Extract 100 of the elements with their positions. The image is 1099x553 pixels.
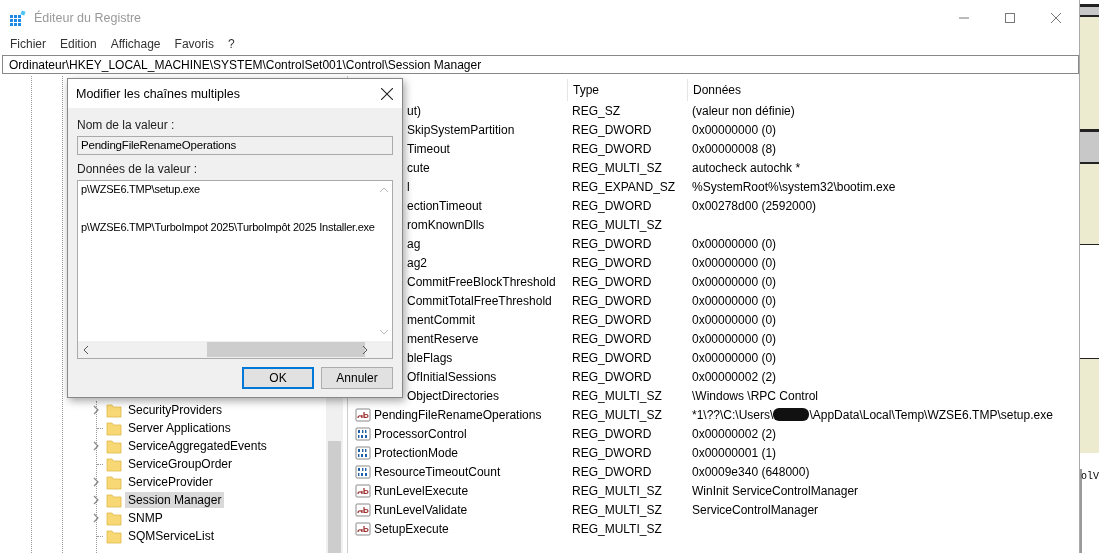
tree-item[interactable]: SQMServiceList (125, 528, 218, 544)
value-type: REG_MULTI_SZ (571, 483, 663, 498)
value-name: Timeout (407, 141, 450, 156)
value-data: 0x00000000 (0) (692, 350, 777, 365)
tree-item[interactable]: ServiceProvider (125, 474, 216, 490)
folder-icon (106, 438, 122, 454)
value-data: 0x00000000 (0) (692, 331, 777, 346)
value-name: bleFlags (407, 350, 453, 365)
address-bar[interactable]: Ordinateur\HKEY_LOCAL_MACHINE\SYSTEM\ControlSet001\Control\Session Manager (2, 55, 1079, 74)
dialog-title: Modifier les chaînes multiples (76, 86, 240, 101)
string-value-icon (355, 482, 371, 499)
scroll-up-icon[interactable] (378, 187, 389, 193)
value-name: ectionTimeout (407, 198, 482, 213)
value-name: ProtectionMode (374, 445, 459, 460)
scrollbar[interactable] (326, 398, 343, 553)
value-data: \Windows \RPC Control (692, 388, 819, 403)
scroll-left-icon[interactable] (83, 344, 89, 355)
tree-item[interactable]: Server Applications (125, 420, 234, 436)
value-name: l (407, 179, 410, 194)
scroll-right-icon[interactable] (362, 344, 368, 355)
value-data: 0x00000000 (0) (692, 312, 777, 327)
value-type: REG_DWORD (571, 369, 653, 384)
scrollbar-thumb[interactable] (328, 441, 341, 553)
menu-item[interactable]: Favoris (167, 37, 221, 51)
value-data: 0x00278d00 (2592000) (692, 198, 817, 213)
value-name: RunLevelValidate (374, 502, 468, 517)
folder-icon (106, 528, 122, 544)
tree-item[interactable]: SNMP (125, 510, 166, 526)
folder-icon (106, 510, 122, 526)
column-header[interactable]: Type (567, 79, 687, 101)
value-name: CommitFreeBlockThreshold (407, 274, 556, 289)
value-type: REG_DWORD (571, 426, 653, 441)
value-type: REG_DWORD (571, 464, 653, 479)
value-data: 0x00000001 (1) (692, 445, 777, 460)
value-name: PendingFileRenameOperations (374, 407, 542, 422)
tree-item[interactable]: Session Manager (125, 492, 225, 508)
value-name-field[interactable]: PendingFileRenameOperations (77, 136, 393, 155)
folder-icon (106, 474, 122, 490)
value-type: REG_DWORD (571, 350, 653, 365)
value-type: REG_DWORD (571, 274, 653, 289)
value-type: REG_DWORD (571, 331, 653, 346)
tree-item[interactable]: SecurityProviders (125, 402, 226, 418)
value-name: RunLevelExecute (374, 483, 469, 498)
scrollbar-thumb[interactable] (207, 342, 365, 357)
value-type: REG_DWORD (571, 293, 653, 308)
close-icon[interactable] (381, 87, 393, 100)
value-data: \AppData\Local\Temp\WZSE6.TMP\setup.exe (809, 407, 1053, 422)
maximize-icon[interactable] (1005, 13, 1015, 23)
value-type: REG_DWORD (571, 312, 653, 327)
value-type: REG_MULTI_SZ (571, 388, 663, 403)
registry-icon (9, 9, 26, 27)
folder-icon (106, 420, 122, 436)
value-data: 0x00000000 (0) (692, 274, 777, 289)
value-name: mentCommit (407, 312, 475, 327)
column-header[interactable]: Données (687, 79, 1079, 101)
tree-item[interactable]: ServiceAggregatedEvents (125, 438, 270, 454)
window-title: Éditeur du Registre (34, 11, 141, 25)
background-text: olV (1080, 470, 1099, 484)
value-name: cute (407, 160, 430, 175)
menu-item[interactable]: Fichier (3, 37, 53, 51)
value-type: REG_EXPAND_SZ (571, 179, 677, 194)
value-type: REG_DWORD (571, 236, 653, 251)
value-type: REG_MULTI_SZ (571, 407, 663, 422)
horizontal-scrollbar[interactable] (78, 341, 392, 358)
value-data: WinInit ServiceControlManager (692, 483, 859, 498)
string-value-icon (355, 501, 371, 518)
folder-icon (106, 492, 122, 508)
value-name: OfInitialSessions (407, 369, 497, 384)
menu-item[interactable]: Affichage (103, 37, 168, 51)
menu-item[interactable]: Edition (53, 37, 104, 51)
value-name: romKnownDlls (407, 217, 485, 232)
binary-value-icon (355, 444, 371, 461)
value-type: REG_DWORD (571, 141, 653, 156)
value-name: mentReserve (407, 331, 479, 346)
dialog-button[interactable]: Annuler (321, 367, 393, 389)
string-value-icon (355, 406, 371, 423)
value-type: REG_MULTI_SZ (571, 160, 663, 175)
folder-icon (106, 456, 122, 472)
value-type: REG_DWORD (571, 445, 653, 460)
binary-value-icon (355, 463, 371, 480)
value-type: REG_DWORD (571, 255, 653, 270)
value-data: 0x00000002 (2) (692, 369, 777, 384)
string-value-icon (355, 520, 371, 537)
binary-value-icon (355, 425, 371, 442)
value-data: 0x00000002 (2) (692, 426, 777, 441)
tree-item[interactable]: ServiceGroupOrder (125, 456, 236, 472)
dialog-button[interactable]: OK (242, 367, 314, 389)
value-name: CommitTotalFreeThreshold (407, 293, 552, 308)
value-name: ut) (407, 103, 421, 118)
value-type: REG_MULTI_SZ (571, 521, 663, 536)
value-data: 0x00000008 (8) (692, 141, 777, 156)
value-name: SkipSystemPartition (407, 122, 515, 137)
scroll-down-icon[interactable] (378, 329, 389, 335)
value-data: *1\??\C:\Users\ (692, 407, 774, 422)
value-data: 0x00000000 (0) (692, 255, 777, 270)
value-name: ProcessorControl (374, 426, 467, 441)
value-data: 0x00000000 (0) (692, 122, 777, 137)
folder-icon (106, 402, 122, 418)
menu-item[interactable]: ? (220, 37, 242, 51)
field-label: Données de la valeur : (77, 161, 199, 178)
